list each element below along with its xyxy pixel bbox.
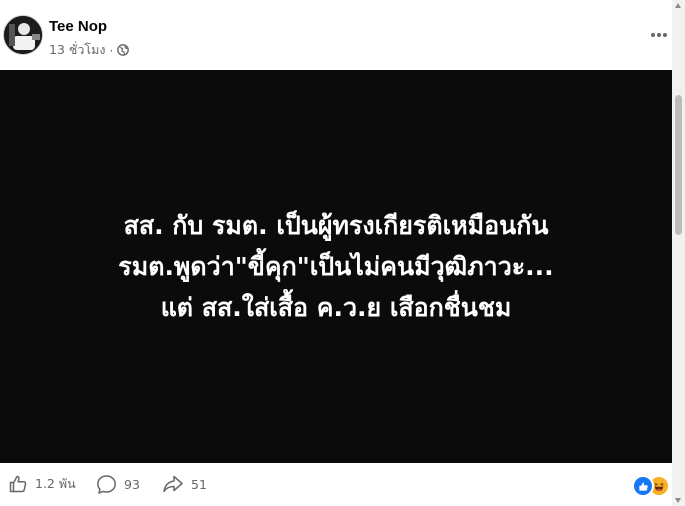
meta-separator: · <box>109 42 114 58</box>
author-name[interactable]: Tee Nop <box>49 18 107 35</box>
image-text-line-3: แต่ สส.ใส่เสื้อ ค.ว.ย เสือกชื่นชม <box>160 293 512 322</box>
share-button[interactable]: 51 <box>162 474 207 494</box>
post-time[interactable]: 13 ชั่วโมง <box>49 40 105 60</box>
comment-count: 93 <box>124 477 140 492</box>
post-image[interactable]: สส. กับ รมต. เป็นผู้ทรงเกียรติเหมือนกัน … <box>0 70 672 463</box>
image-text-line-1: สส. กับ รมต. เป็นผู้ทรงเกียรติเหมือนกัน <box>123 211 549 240</box>
comment-button[interactable]: 93 <box>96 474 140 495</box>
more-options-button[interactable] <box>647 26 671 44</box>
globe-icon[interactable] <box>117 44 130 56</box>
scroll-up-arrow-icon[interactable] <box>675 3 681 8</box>
like-button[interactable]: 1.2 พัน <box>8 474 76 494</box>
scroll-down-arrow-icon[interactable] <box>675 498 681 503</box>
like-count: 1.2 พัน <box>35 476 76 491</box>
post-header: Tee Nop 13 ชั่วโมง · <box>0 0 685 70</box>
scrollbar-thumb[interactable] <box>675 95 682 235</box>
reaction-summary[interactable] <box>632 475 670 497</box>
post-card: Tee Nop 13 ชั่วโมง · สส. กับ รมต. เป็นผู… <box>0 0 685 506</box>
post-footer: 1.2 พัน 93 51 <box>0 463 672 506</box>
vertical-scrollbar[interactable] <box>672 0 685 506</box>
comment-icon <box>96 474 117 495</box>
image-text-line-2: รมต.พูดว่า"ขี้คุก"เป็นไม่คนมีวุฒิภาวะ... <box>118 252 554 281</box>
thumbs-up-icon <box>8 474 28 494</box>
like-icon <box>632 475 654 497</box>
author-avatar[interactable] <box>3 15 43 55</box>
share-icon <box>162 474 184 494</box>
share-count: 51 <box>191 476 207 492</box>
ellipsis-icon <box>650 32 668 38</box>
post-meta: 13 ชั่วโมง · <box>49 40 130 60</box>
